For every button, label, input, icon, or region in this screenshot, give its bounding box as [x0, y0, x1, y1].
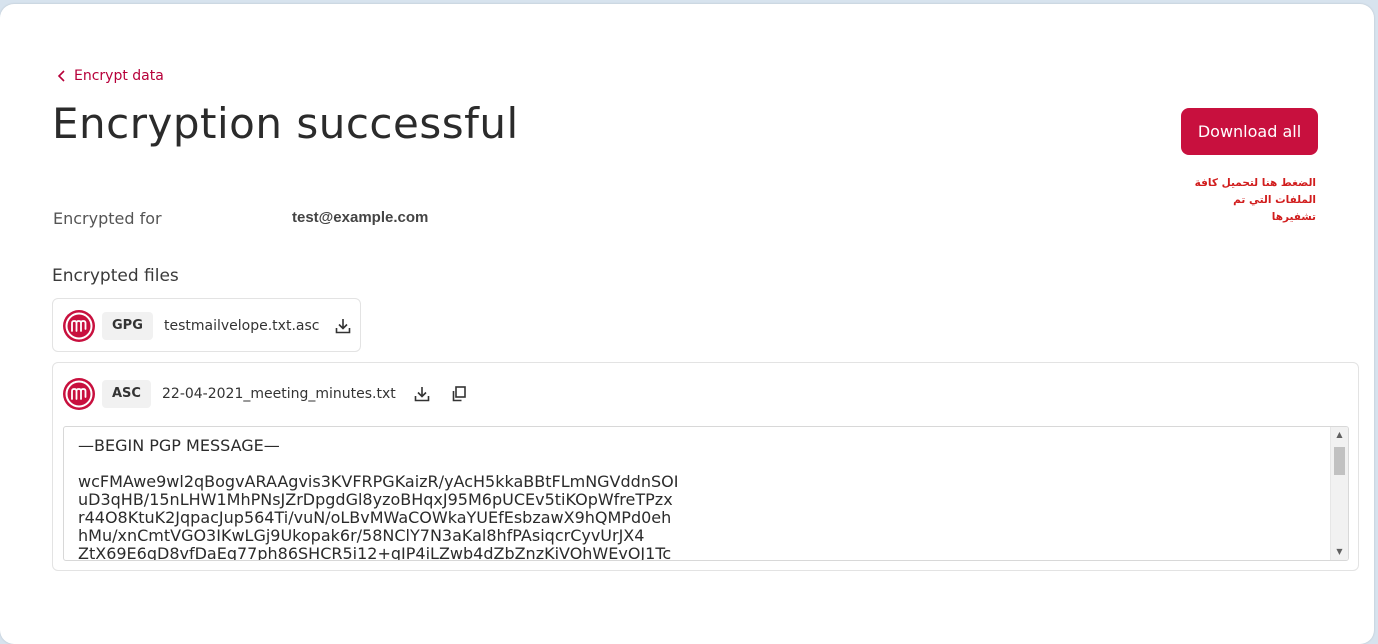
encrypted-files-heading: Encrypted files: [52, 266, 179, 286]
download-all-button[interactable]: Download all: [1181, 108, 1318, 155]
back-link-label: Encrypt data: [74, 68, 164, 84]
main-card: Encrypt data Encryption successful Downl…: [0, 4, 1374, 644]
scroll-up-arrow-icon[interactable]: ▲: [1331, 427, 1348, 443]
mailvelope-logo-icon: [63, 378, 95, 410]
file-item-asc: ASC 22-04-2021_meeting_minutes.txt —BEGI…: [52, 362, 1359, 571]
page-title: Encryption successful: [52, 99, 519, 148]
encrypted-for-label: Encrypted for: [53, 209, 162, 228]
annotation-line-1: الضغط هنا لتحميل كافة: [1194, 177, 1316, 189]
armored-message-text: —BEGIN PGP MESSAGE— wcFMAwe9wl2qBogvARAA…: [78, 436, 679, 561]
armored-message-textarea[interactable]: —BEGIN PGP MESSAGE— wcFMAwe9wl2qBogvARAA…: [63, 426, 1349, 561]
file-type-badge: ASC: [102, 380, 151, 408]
annotation-line-2: الملفات التي تم تشفيرها: [1233, 194, 1316, 223]
vertical-scrollbar[interactable]: ▲ ▼: [1330, 427, 1348, 560]
mailvelope-logo-icon: [63, 310, 95, 342]
file-type-badge: GPG: [102, 312, 153, 340]
file-name: 22-04-2021_meeting_minutes.txt: [162, 386, 396, 402]
chevron-left-icon: [57, 70, 65, 82]
back-link[interactable]: Encrypt data: [56, 68, 164, 84]
scroll-thumb[interactable]: [1334, 447, 1345, 475]
file-name: testmailvelope.txt.asc: [164, 318, 320, 334]
download-icon[interactable]: [413, 385, 431, 403]
download-icon[interactable]: [334, 317, 352, 335]
annotation-note: الضغط هنا لتحميل كافة الملفات التي تم تش…: [1186, 175, 1316, 226]
copy-icon[interactable]: [450, 385, 468, 403]
file-item-gpg: GPG testmailvelope.txt.asc: [52, 298, 361, 352]
scroll-down-arrow-icon[interactable]: ▼: [1331, 544, 1348, 560]
recipient-email: test@example.com: [292, 209, 429, 226]
